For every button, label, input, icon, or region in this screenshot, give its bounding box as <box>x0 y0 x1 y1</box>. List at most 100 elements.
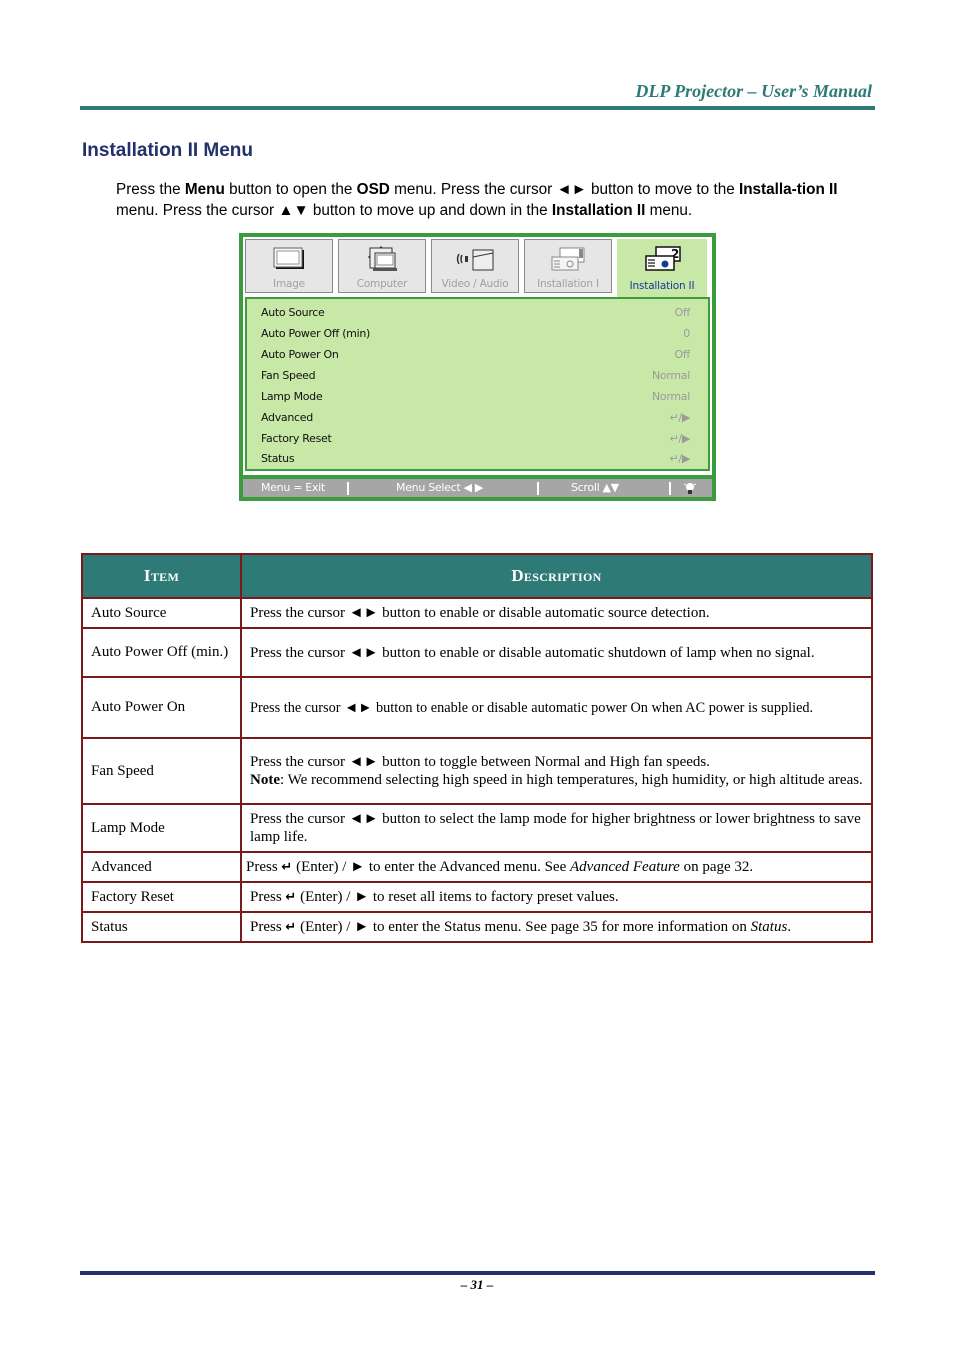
page-number: – 31 – <box>460 1277 494 1292</box>
intro-bold-installation: Installa-tion II <box>738 181 838 198</box>
osd-item-fan-speed[interactable]: Fan Speed Normal <box>261 366 690 386</box>
row-description: Press the cursor ◄► button to enable or … <box>240 676 873 739</box>
osd-item-value: Off <box>674 348 690 361</box>
intro-text: menu. Press the cursor ◄► button to move… <box>389 181 739 198</box>
tab-installation-2[interactable]: 2 Installation II <box>617 239 707 301</box>
table-row: Lamp Mode Press the cursor ◄► button to … <box>81 803 873 853</box>
tab-video-audio[interactable]: Video / Audio <box>431 239 519 293</box>
row-description: Press the cursor ◄► button to enable or … <box>240 627 873 678</box>
note-text: : We recommend selecting high speed in h… <box>280 772 863 788</box>
osd-tabs: Image Computer Video / Audio Installatio… <box>245 239 710 301</box>
tab-label: Video / Audio <box>441 278 509 290</box>
footer-separator <box>347 482 349 495</box>
description-text: (Enter) / ► to reset all items to factor… <box>296 888 619 905</box>
intro-text: Press the <box>116 181 185 198</box>
manual-title: DLP Projector – User’s Manual <box>635 81 872 101</box>
osd-item-auto-power-off[interactable]: Auto Power Off (min) 0 <box>261 324 690 344</box>
tab-installation-1[interactable]: Installation I <box>524 239 612 293</box>
section-title: Installation II Menu <box>82 140 254 161</box>
lamp-icon <box>684 483 696 494</box>
intro-text: menu. Press the cursor ▲▼ button to move… <box>116 202 552 219</box>
osd-item-status[interactable]: Status ↵/▶ <box>261 449 690 469</box>
intro-paragraph: Press the Menu button to open the OSD me… <box>116 179 871 221</box>
footer-select-hint: Menu Select ◀ ▶ <box>396 481 484 494</box>
menu-description-table: Item Description Auto Source Press the c… <box>81 553 873 943</box>
intro-text: button to open the <box>224 181 357 198</box>
table-row: Auto Source Press the cursor ◄► button t… <box>81 597 873 629</box>
row-item: Fan Speed <box>81 737 242 805</box>
tab-image[interactable]: Image <box>245 239 333 293</box>
table-row: Advanced Press ↵ (Enter) / ► to enter th… <box>81 851 873 883</box>
tab-computer[interactable]: Computer <box>338 239 426 293</box>
intro-bold-installation-ii: Installation II <box>551 202 646 219</box>
description-text: Press <box>250 888 286 905</box>
row-item: Status <box>81 911 242 943</box>
osd-item-value: Off <box>674 306 690 319</box>
description-text: . <box>787 918 792 935</box>
header-description: Description <box>240 553 873 599</box>
osd-item-label: Auto Source <box>261 306 325 319</box>
row-item: Lamp Mode <box>81 803 242 853</box>
row-description: Press ↵ (Enter) / ► to reset all items t… <box>240 881 873 913</box>
enter-arrow-icon: ↵/▶ <box>669 452 691 465</box>
row-item: Factory Reset <box>81 881 242 913</box>
osd-item-value: 0 <box>683 327 690 340</box>
header-rule <box>80 106 875 110</box>
installation-2-icon: 2 <box>645 246 681 271</box>
description-text: (Enter) / ► to enter the Status menu. Se… <box>296 918 751 935</box>
footer-separator <box>669 482 671 495</box>
row-item: Auto Power Off (min.) <box>81 627 242 678</box>
table-header-row: Item Description <box>81 553 873 599</box>
footer-exit-hint: Menu = Exit <box>261 481 325 494</box>
row-item: Auto Source <box>81 597 242 629</box>
osd-menu: Image Computer Video / Audio Installatio… <box>239 233 716 501</box>
osd-item-label: Fan Speed <box>261 369 316 382</box>
row-description: Press ↵ (Enter) / ► to enter the Status … <box>240 911 873 943</box>
cross-reference: Status <box>750 918 788 935</box>
footer-scroll-hint: Scroll ▲▼ <box>571 481 619 494</box>
enter-arrow-icon: ↵/▶ <box>669 411 691 424</box>
osd-menu-panel: Auto Source Off Auto Power Off (min) 0 A… <box>245 297 710 471</box>
osd-item-label: Advanced <box>261 411 313 424</box>
osd-item-label: Auto Power Off (min) <box>261 327 371 340</box>
osd-item-label: Status <box>261 452 295 465</box>
tab-label: Installation I <box>537 278 599 290</box>
intro-bold-osd: OSD <box>356 181 390 198</box>
osd-item-label: Auto Power On <box>261 348 339 361</box>
row-description: Press ↵ (Enter) / ► to enter the Advance… <box>240 851 873 883</box>
tab-label: Image <box>273 278 305 290</box>
description-text: Press <box>250 918 286 935</box>
note-label: Note <box>250 772 280 788</box>
description-text: Press <box>246 858 282 875</box>
enter-key-icon: ↵ <box>285 919 297 935</box>
intro-text: menu. <box>645 202 693 219</box>
tab-label: Installation II <box>629 280 695 292</box>
row-description: Press the cursor ◄► button to select the… <box>240 803 873 853</box>
image-icon <box>273 247 304 269</box>
row-description: Press the cursor ◄► button to toggle bet… <box>240 737 873 805</box>
table-row: Auto Power Off (min.) Press the cursor ◄… <box>81 627 873 678</box>
footer-rule <box>80 1271 875 1275</box>
osd-item-value: Normal <box>652 390 690 403</box>
osd-item-lamp-mode[interactable]: Lamp Mode Normal <box>261 387 690 407</box>
installation-1-icon <box>551 247 585 271</box>
osd-item-label: Lamp Mode <box>261 390 323 403</box>
description-text: Press the cursor ◄► button to toggle bet… <box>250 754 711 770</box>
intro-bold-menu: Menu <box>184 181 225 198</box>
cross-reference: Advanced Feature <box>570 858 680 875</box>
tab-label: Computer <box>356 278 408 290</box>
row-item: Advanced <box>81 851 242 883</box>
table-row: Auto Power On Press the cursor ◄► button… <box>81 676 873 739</box>
table-row: Factory Reset Press ↵ (Enter) / ► to res… <box>81 881 873 913</box>
osd-item-auto-source[interactable]: Auto Source Off <box>261 303 690 323</box>
osd-item-advanced[interactable]: Advanced ↵/▶ <box>261 408 690 428</box>
osd-item-value: Normal <box>652 369 690 382</box>
osd-item-factory-reset[interactable]: Factory Reset ↵/▶ <box>261 429 690 449</box>
enter-arrow-icon: ↵/▶ <box>669 432 691 445</box>
osd-item-auto-power-on[interactable]: Auto Power On Off <box>261 345 690 365</box>
description-text: on page 32. <box>679 858 754 875</box>
table-row: Fan Speed Press the cursor ◄► button to … <box>81 737 873 805</box>
table-row: Status Press ↵ (Enter) / ► to enter the … <box>81 911 873 943</box>
enter-key-icon: ↵ <box>281 859 293 875</box>
enter-key-icon: ↵ <box>285 889 297 905</box>
